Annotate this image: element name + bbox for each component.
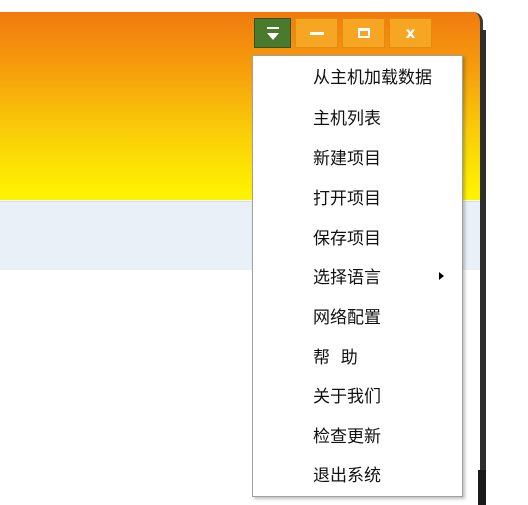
menu-item-host-list[interactable]: 主机列表: [253, 98, 462, 135]
menu-item-label: 保存项目: [313, 229, 381, 249]
window-right-border: [480, 30, 486, 505]
menu-button[interactable]: [254, 18, 291, 48]
menu-item-label: 网络配置: [313, 308, 381, 328]
close-icon: x: [405, 23, 416, 42]
maximize-icon: [357, 28, 370, 38]
menu-item-label: 关于我们: [313, 387, 381, 407]
window-top-margin: [0, 0, 486, 12]
main-dropdown-menu: 从主机加载数据 主机列表 新建项目 打开项目 保存项目 选择语言 网络配置 帮 …: [252, 55, 463, 497]
window-right-border-bottom: [478, 470, 486, 505]
close-button[interactable]: x: [389, 18, 432, 48]
menu-item-new-project[interactable]: 新建项目: [253, 138, 462, 175]
maximize-button[interactable]: [342, 18, 385, 48]
menu-item-label: 主机列表: [313, 109, 381, 129]
menu-item-network-config[interactable]: 网络配置: [253, 297, 462, 334]
minimize-button[interactable]: [295, 18, 338, 48]
menu-item-load-from-host[interactable]: 从主机加载数据: [253, 57, 462, 94]
menu-item-label: 选择语言: [313, 268, 381, 288]
menu-item-label: 打开项目: [313, 189, 381, 209]
menu-item-about-us[interactable]: 关于我们: [253, 376, 462, 413]
menu-item-exit[interactable]: 退出系统: [253, 455, 462, 492]
menu-item-label: 检查更新: [313, 427, 381, 447]
menu-item-label: 帮 助: [313, 348, 358, 368]
window-controls: x: [254, 18, 432, 48]
menu-item-label: 新建项目: [313, 149, 381, 169]
menu-item-select-language[interactable]: 选择语言: [253, 257, 462, 294]
minimize-icon: [309, 31, 324, 35]
submenu-arrow-icon: [439, 272, 444, 280]
menu-item-label: 从主机加载数据: [313, 68, 432, 88]
menu-item-help[interactable]: 帮 助: [253, 337, 462, 374]
menu-item-save-project[interactable]: 保存项目: [253, 218, 462, 255]
menu-triangle-icon: [266, 26, 279, 40]
menu-item-check-update[interactable]: 检查更新: [253, 416, 462, 453]
menu-item-open-project[interactable]: 打开项目: [253, 178, 462, 215]
menu-item-label: 退出系统: [313, 466, 381, 486]
